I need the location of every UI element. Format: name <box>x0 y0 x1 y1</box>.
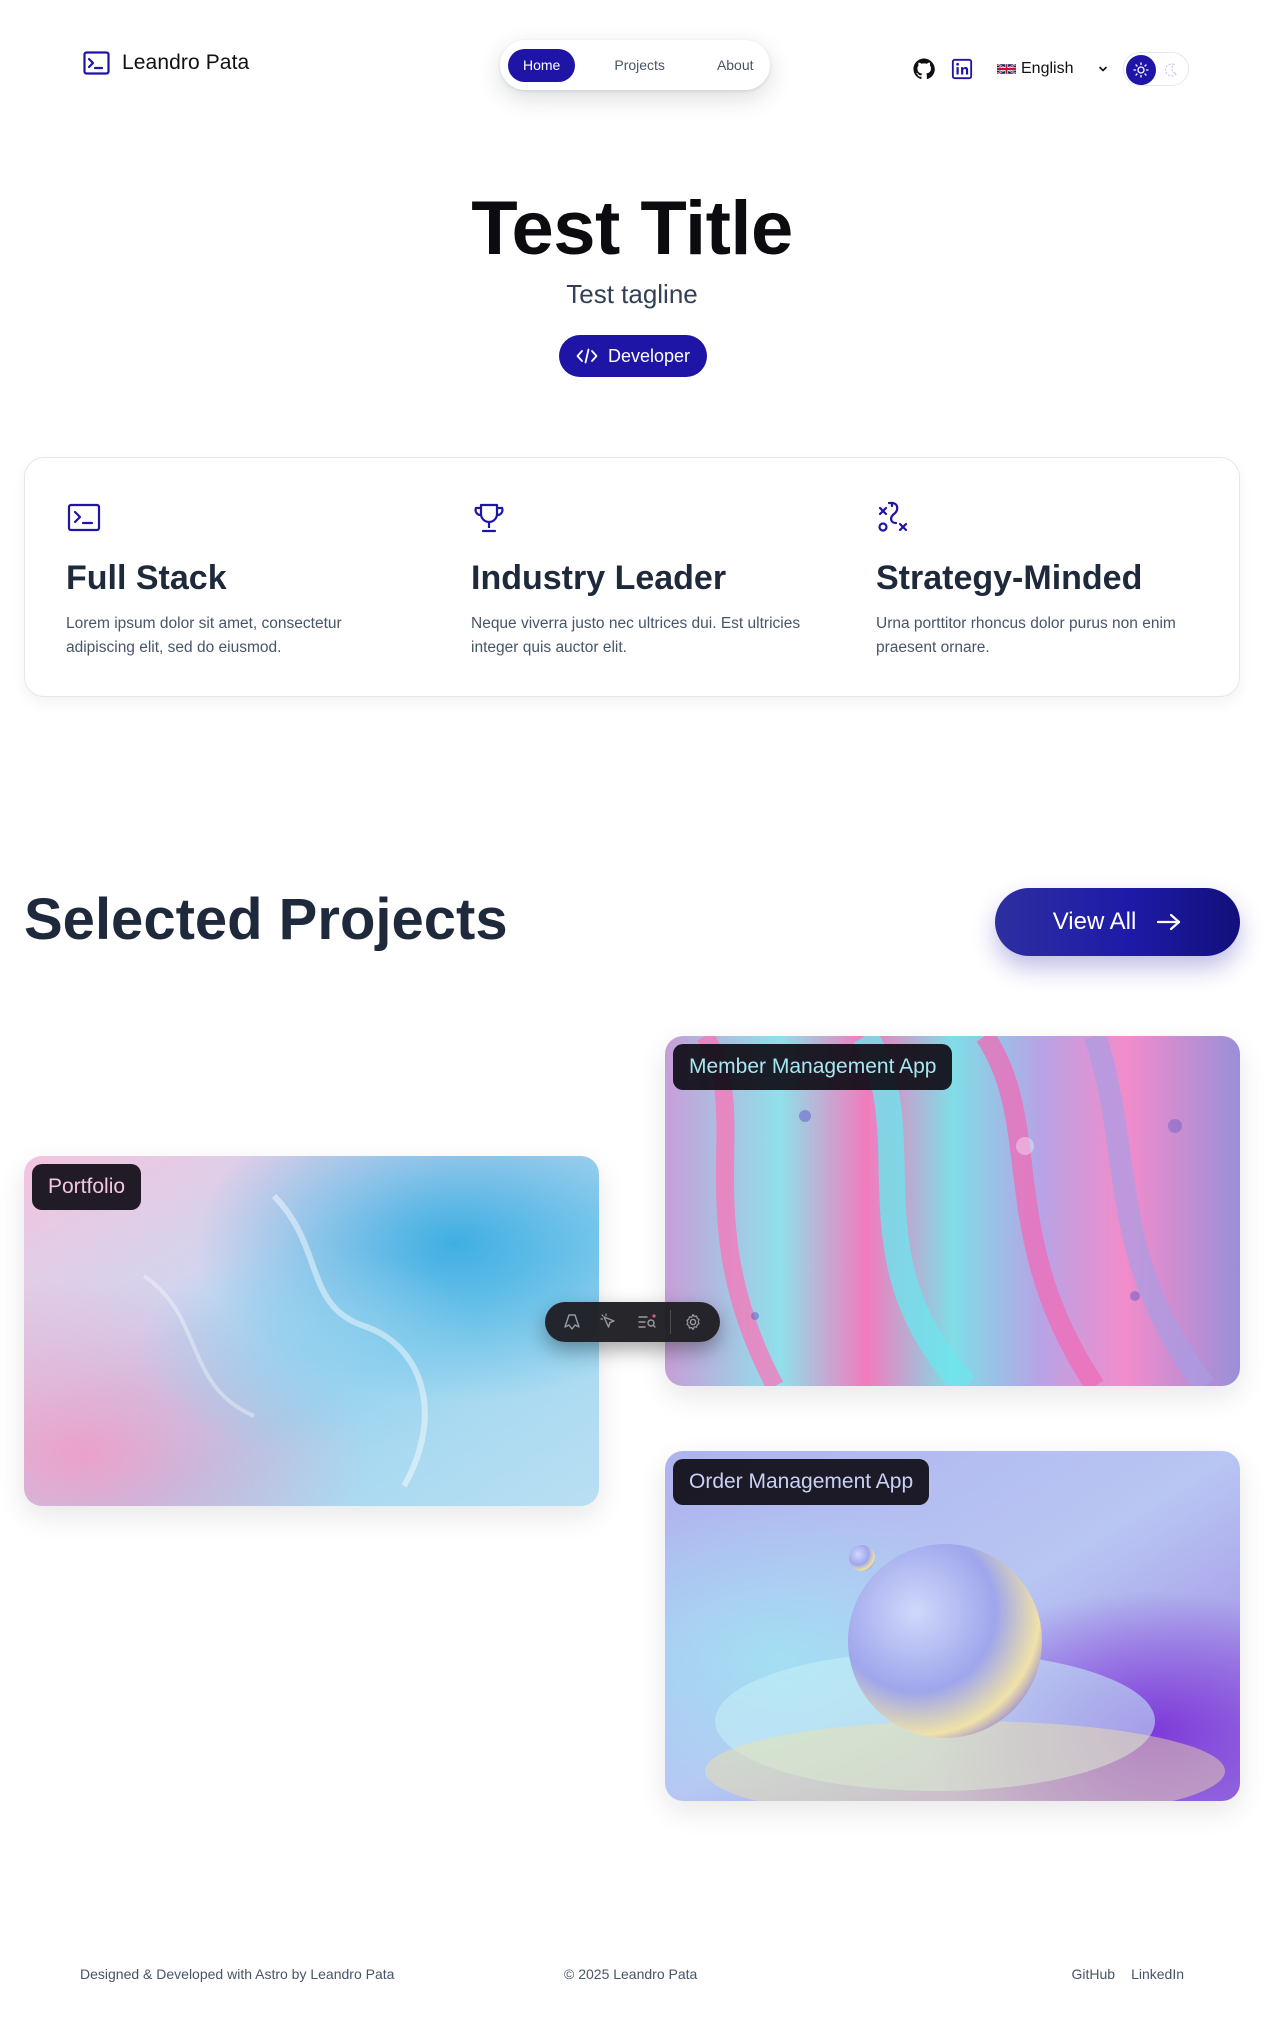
moon-icon <box>1165 63 1179 77</box>
feature-strategy-minded: Strategy-Minded Urna porttitor rhoncus d… <box>876 500 1216 660</box>
feature-industry-leader: Industry Leader Neque viverra justo nec … <box>471 500 811 660</box>
chevron-down-icon[interactable] <box>1097 63 1109 75</box>
view-all-label: View All <box>1052 908 1137 935</box>
nav-about[interactable]: About <box>702 49 769 82</box>
sun-icon <box>1126 55 1157 85</box>
site-header: Leandro Pata Home Projects About English <box>0 38 1264 92</box>
theme-toggle[interactable] <box>1123 52 1190 86</box>
settings-gear-icon[interactable] <box>676 1306 710 1338</box>
footer-copyright: © 2025 Leandro Pata <box>564 1966 698 1982</box>
main-nav: Home Projects About <box>500 40 770 90</box>
header-tools: English <box>912 52 1190 86</box>
feature-title: Full Stack <box>66 559 227 597</box>
linkedin-icon[interactable] <box>950 57 974 81</box>
feature-title: Strategy-Minded <box>876 559 1143 597</box>
project-card-portfolio[interactable]: Portfolio <box>24 1156 599 1506</box>
logo-text: Leandro Pata <box>122 51 250 74</box>
nav-projects[interactable]: Projects <box>599 49 680 82</box>
project-title: Member Management App <box>673 1044 953 1090</box>
terminal-icon <box>67 503 101 532</box>
hero-tagline: Test tagline <box>566 279 698 309</box>
code-icon <box>576 348 598 364</box>
footer-links: GitHub LinkedIn <box>1071 1966 1184 1982</box>
nav-home[interactable]: Home <box>508 48 576 82</box>
arrow-right-icon <box>1157 913 1181 931</box>
projects-heading: Selected Projects <box>24 887 508 952</box>
dev-toolbar <box>545 1302 720 1342</box>
strategy-icon <box>878 501 908 532</box>
project-title: Order Management App <box>673 1459 930 1505</box>
hero-title: Test Title <box>471 186 793 271</box>
uk-flag-icon <box>997 63 1016 75</box>
toolbar-divider <box>669 1310 671 1334</box>
trophy-icon <box>474 503 504 533</box>
site-logo[interactable]: Leandro Pata <box>83 51 249 75</box>
features-card: Full Stack Lorem ipsum dolor sit amet, c… <box>24 457 1240 697</box>
site-footer: Designed & Developed with Astro by Leand… <box>0 1960 1264 1990</box>
feature-full-stack: Full Stack Lorem ipsum dolor sit amet, c… <box>66 500 406 660</box>
feature-description: Urna porttitor rhoncus dolor purus non e… <box>876 615 1176 656</box>
github-icon[interactable] <box>912 57 936 81</box>
feature-description: Neque viverra justo nec ultrices dui. Es… <box>471 615 801 656</box>
astro-logo-icon[interactable] <box>555 1306 589 1338</box>
terminal-icon <box>83 51 110 75</box>
feature-title: Industry Leader <box>471 559 727 597</box>
footer-link-linkedin[interactable]: LinkedIn <box>1131 1966 1184 1982</box>
project-card-member-management[interactable]: Member Management App <box>665 1036 1240 1386</box>
inspect-icon[interactable] <box>593 1306 627 1338</box>
audit-icon[interactable] <box>630 1306 664 1338</box>
project-title: Portfolio <box>32 1164 142 1210</box>
language-select[interactable]: English <box>997 60 1073 78</box>
role-badge: Developer <box>559 335 707 377</box>
footer-link-github[interactable]: GitHub <box>1071 1966 1115 1982</box>
project-card-order-management[interactable]: Order Management App <box>665 1451 1240 1801</box>
language-label: English <box>1021 60 1074 77</box>
feature-description: Lorem ipsum dolor sit amet, consectetur … <box>66 615 342 656</box>
footer-credit: Designed & Developed with Astro by Leand… <box>80 1966 395 1982</box>
role-badge-label: Developer <box>607 345 691 366</box>
view-all-button[interactable]: View All <box>995 888 1240 956</box>
